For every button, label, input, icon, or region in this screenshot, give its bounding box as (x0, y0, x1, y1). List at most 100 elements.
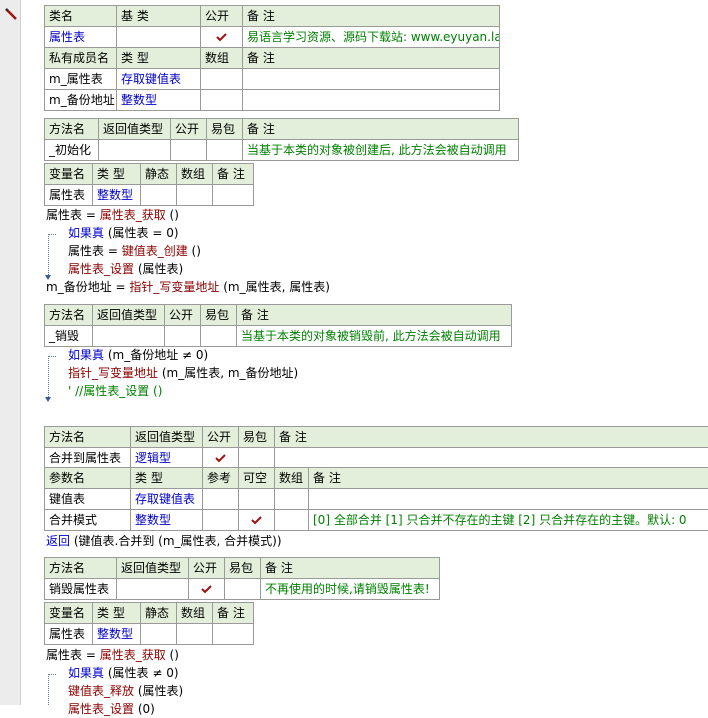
method-table-merge: 方法名 返回值类型 公开 易包 备 注 合并到属性表 逻辑型 (44, 426, 708, 469)
col-header: 备 注 (243, 119, 519, 140)
table-row[interactable]: m_属性表 存取键值表 (45, 69, 500, 90)
param-note-cell[interactable] (309, 489, 708, 510)
code-line[interactable]: 属性表 = 属性表_获取 () (46, 207, 179, 224)
param-name-cell[interactable]: 合并模式 (45, 510, 131, 531)
return-type-cell[interactable]: 逻辑型 (131, 448, 203, 469)
epkg-cell[interactable] (239, 448, 275, 469)
table-row[interactable]: 合并模式 整数型 [0] 全部合并 [1] 只合并不存在的主键 [2] 只合并存… (45, 510, 708, 531)
class-table: 类名 基 类 公开 备 注 属性表 易语言学习资源、源码下载站: www.eyu… (44, 5, 500, 48)
class-note-cell[interactable]: 易语言学习资源、源码下载站: www.eyuyan.la (243, 27, 500, 48)
col-header: 类 型 (93, 164, 141, 185)
var-array-cell[interactable] (177, 624, 213, 645)
var-static-cell[interactable] (141, 624, 177, 645)
table-row[interactable]: 键值表 存取键值表 (45, 489, 708, 510)
method-name-cell[interactable]: 合并到属性表 (45, 448, 131, 469)
col-header: 可空 (239, 468, 275, 489)
public-cell[interactable] (203, 448, 239, 469)
var-name-cell[interactable]: 属性表 (45, 624, 93, 645)
var-note-cell[interactable] (213, 185, 254, 206)
col-header: 方法名 (45, 119, 99, 140)
param-nullable-cell[interactable] (239, 489, 275, 510)
member-array-cell[interactable] (201, 69, 243, 90)
col-header: 备 注 (213, 164, 254, 185)
code-line[interactable]: 属性表_设置 (属性表) (68, 261, 183, 278)
method-note-cell[interactable]: 不再使用的时候,请销毁属性表! (261, 579, 440, 600)
col-header: 公开 (203, 427, 239, 448)
check-icon (251, 516, 262, 525)
member-array-cell[interactable] (201, 90, 243, 111)
return-type-cell[interactable] (117, 579, 189, 600)
var-type-cell[interactable]: 整数型 (93, 185, 141, 206)
col-header: 参数名 (45, 468, 131, 489)
member-name-cell[interactable]: m_备份地址 (45, 90, 117, 111)
public-cell[interactable] (189, 579, 225, 600)
var-type-cell[interactable]: 整数型 (93, 624, 141, 645)
col-header: 返回值类型 (99, 119, 171, 140)
param-name-cell[interactable]: 键值表 (45, 489, 131, 510)
table-row[interactable]: m_备份地址 整数型 (45, 90, 500, 111)
flow-line (48, 356, 49, 397)
method-table-init: 方法名 返回值类型 公开 易包 备 注 _初始化 当基于本类的对象被创建后, 此… (44, 118, 519, 161)
var-note-cell[interactable] (213, 624, 254, 645)
member-type-cell[interactable]: 存取键值表 (117, 69, 201, 90)
member-note-cell[interactable] (243, 69, 500, 90)
return-type-cell[interactable] (99, 140, 171, 161)
member-type-cell[interactable]: 整数型 (117, 90, 201, 111)
flow-line (48, 674, 49, 705)
code-line[interactable]: 属性表 = 属性表_获取 () (46, 647, 179, 664)
param-type-cell[interactable]: 整数型 (131, 510, 203, 531)
code-line[interactable]: 如果真 (m_备份地址 ≠ 0) (68, 347, 208, 364)
member-name-cell[interactable]: m_属性表 (45, 69, 117, 90)
public-cell[interactable] (171, 140, 207, 161)
code-line[interactable]: 如果真 (属性表 ≠ 0) (68, 665, 179, 682)
param-note-cell[interactable]: [0] 全部合并 [1] 只合并不存在的主键 [2] 只合并存在的主键。默认: … (309, 510, 708, 531)
col-header: 公开 (189, 558, 225, 579)
col-header: 备 注 (261, 558, 440, 579)
class-name-cell[interactable]: 属性表 (45, 27, 117, 48)
method-name-cell[interactable]: _初始化 (45, 140, 99, 161)
col-header: 易包 (201, 305, 237, 326)
return-type-cell[interactable] (93, 326, 165, 347)
code-line[interactable]: 如果真 (属性表 = 0) (68, 225, 179, 242)
code-line[interactable]: 指针_写变量地址 (m_属性表, m_备份地址) (68, 365, 298, 382)
col-header: 变量名 (45, 603, 93, 624)
epkg-cell[interactable] (201, 326, 237, 347)
public-cell[interactable] (165, 326, 201, 347)
var-array-cell[interactable] (177, 185, 213, 206)
method-name-cell[interactable]: _销毁 (45, 326, 93, 347)
method-note-cell[interactable]: 当基于本类的对象被创建后, 此方法会被自动调用 (243, 140, 519, 161)
method-note-cell[interactable]: 当基于本类的对象被销毁前, 此方法会被自动调用 (237, 326, 512, 347)
epkg-cell[interactable] (225, 579, 261, 600)
member-note-cell[interactable] (243, 90, 500, 111)
public-cell[interactable] (201, 27, 243, 48)
param-nullable-cell[interactable] (239, 510, 275, 531)
col-header: 数组 (201, 48, 243, 69)
param-ref-cell[interactable] (203, 510, 239, 531)
code-line[interactable]: 属性表 = 键值表_创建 () (68, 243, 201, 260)
code-comment[interactable]: ' //属性表_设置 () (68, 383, 162, 400)
base-class-cell[interactable] (117, 27, 201, 48)
var-name-cell[interactable]: 属性表 (45, 185, 93, 206)
col-header: 备 注 (243, 6, 500, 27)
method-note-cell[interactable] (275, 448, 708, 469)
check-icon (215, 454, 226, 463)
method-name-cell[interactable]: 销毁属性表 (45, 579, 117, 600)
param-array-cell[interactable] (275, 510, 309, 531)
param-ref-cell[interactable] (203, 489, 239, 510)
vars-table-release: 变量名 类 型 静态 数组 备 注 属性表 整数型 (44, 602, 254, 645)
flow-arrow-icon (45, 397, 51, 402)
code-line[interactable]: 返回 (键值表.合并到 (m_属性表, 合并模式)) (46, 533, 282, 550)
col-header: 类名 (45, 6, 117, 27)
check-icon (216, 33, 227, 42)
editor-gutter (0, 0, 21, 705)
col-header: 类 型 (93, 603, 141, 624)
var-static-cell[interactable] (141, 185, 177, 206)
col-header: 方法名 (45, 558, 117, 579)
code-line[interactable]: m_备份地址 = 指针_写变量地址 (m_属性表, 属性表) (46, 279, 330, 296)
col-header: 备 注 (243, 48, 500, 69)
epkg-cell[interactable] (207, 140, 243, 161)
code-line[interactable]: 键值表_释放 (属性表) (68, 683, 183, 700)
param-type-cell[interactable]: 存取键值表 (131, 489, 203, 510)
code-line[interactable]: 属性表_设置 (0) (68, 701, 155, 718)
param-array-cell[interactable] (275, 489, 309, 510)
